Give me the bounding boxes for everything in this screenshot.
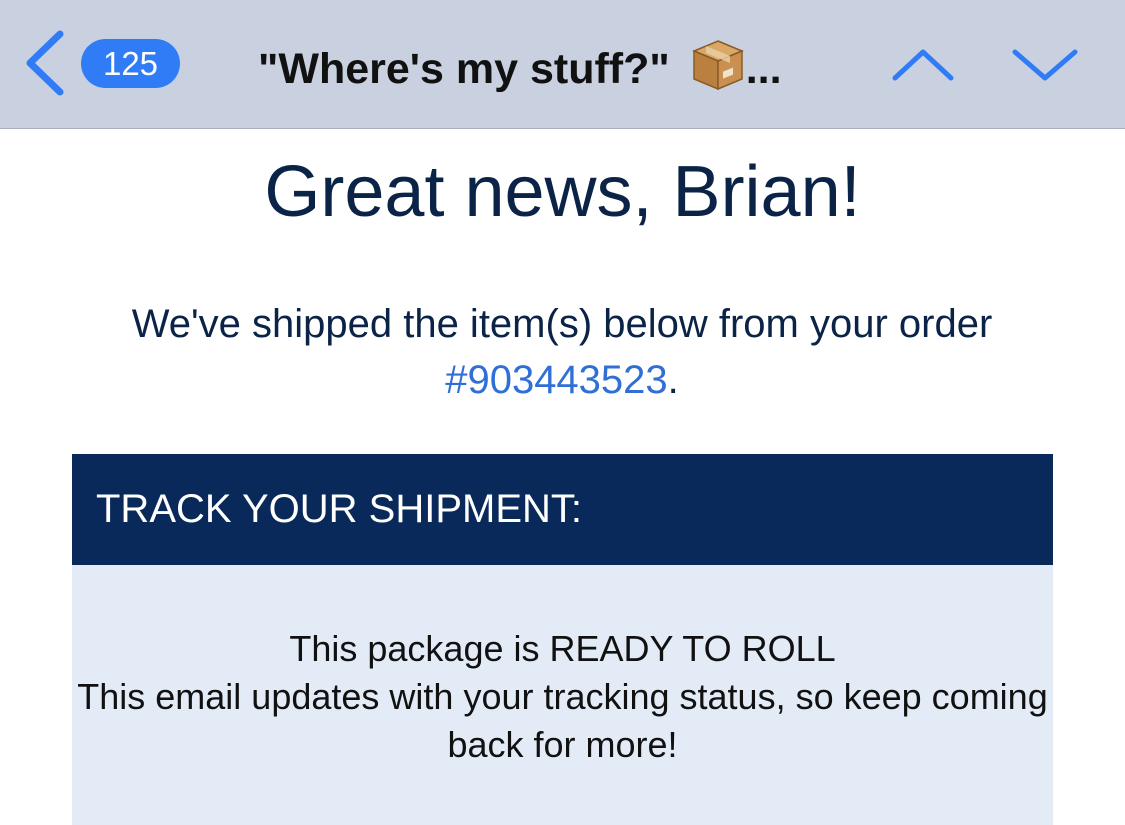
track-shipment-header: TRACK YOUR SHIPMENT: xyxy=(72,454,1053,565)
chevron-down-icon[interactable] xyxy=(1010,44,1080,84)
email-view: 125 "Where's my stuff?" ... Great news, … xyxy=(0,0,1125,825)
unread-count-badge[interactable]: 125 xyxy=(81,39,180,88)
subject-ellipsis: ... xyxy=(745,45,782,93)
navigation-bar: 125 "Where's my stuff?" ... xyxy=(0,0,1125,129)
email-subject: "Where's my stuff?" ... xyxy=(258,37,878,93)
intro-text: We've shipped the item(s) below from you… xyxy=(131,302,993,346)
back-chevron-icon[interactable] xyxy=(22,28,68,98)
shipping-intro: We've shipped the item(s) below from you… xyxy=(112,296,1012,408)
status-line: This package is READY TO ROLL xyxy=(289,628,836,669)
greeting-heading: Great news, Brian! xyxy=(264,152,861,232)
status-description: This email updates with your tracking st… xyxy=(77,676,1048,765)
intro-suffix: . xyxy=(667,358,679,402)
order-number-link[interactable]: #903443523 xyxy=(445,358,667,402)
tracking-status-text: This package is READY TO ROLL This email… xyxy=(72,625,1053,769)
tracking-status-panel: This package is READY TO ROLL This email… xyxy=(72,565,1053,825)
package-icon xyxy=(691,40,744,91)
chevron-up-icon[interactable] xyxy=(890,44,956,84)
subject-text: "Where's my stuff?" xyxy=(258,45,682,93)
